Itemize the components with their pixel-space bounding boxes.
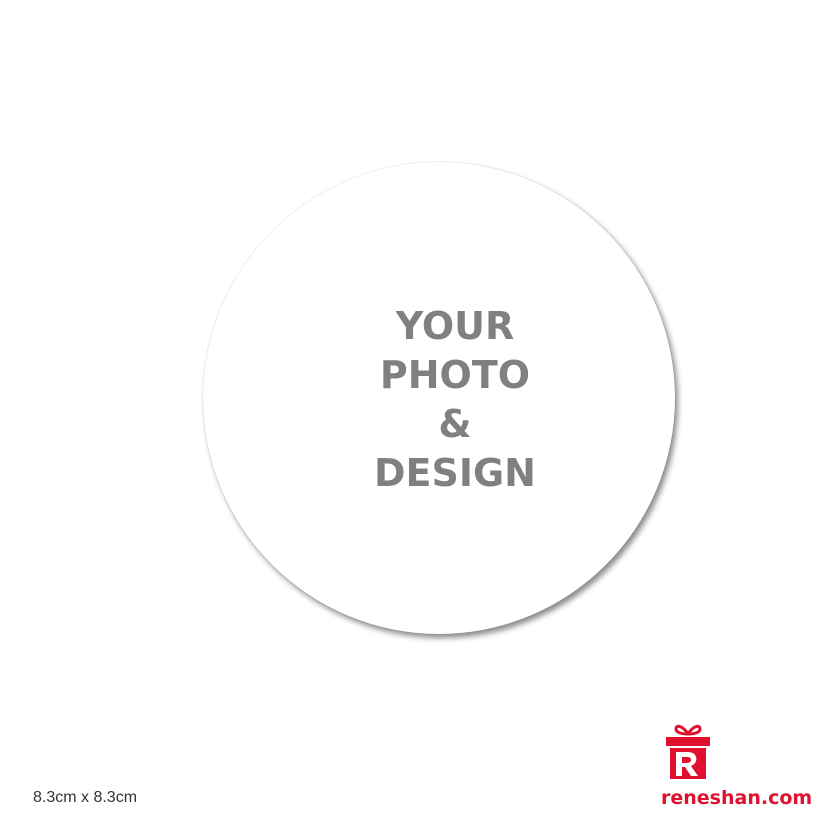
placeholder-line-2: PHOTO: [379, 353, 531, 397]
placeholder-line-1: YOUR: [395, 304, 515, 348]
gift-box-r-logo-icon: [666, 724, 710, 779]
placeholder-line-4: DESIGN: [373, 451, 536, 495]
product-canvas: YOUR PHOTO & DESIGN 8.3cm x 8.3cm renesh…: [0, 0, 827, 827]
brand-logo: reneshan.com: [661, 720, 817, 812]
photo-design-placeholder: YOUR PHOTO & DESIGN: [360, 302, 550, 498]
size-label: 8.3cm x 8.3cm: [33, 789, 138, 806]
brand-name: reneshan.com: [661, 787, 813, 809]
placeholder-line-3: &: [438, 402, 472, 446]
